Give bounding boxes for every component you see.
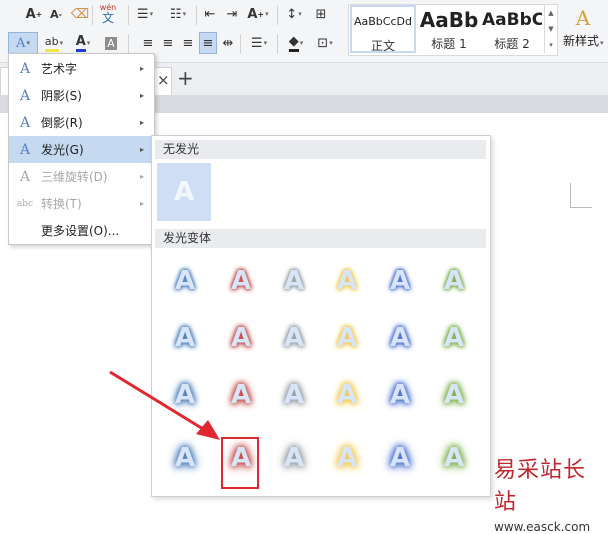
new-style-button[interactable]: A 新样式▾: [563, 4, 604, 54]
glow-variant-r3-c3[interactable]: A: [322, 436, 372, 480]
text-effect-menu: A 艺术字 ▸ A 阴影(S) ▸ A 倒影(R) ▸ A 发光(G) ▸ A 三维旋转(D) ▸ abc 转换…: [8, 53, 155, 245]
change-case-button[interactable]: A + ▾: [245, 3, 271, 25]
menu-item-3[interactable]: A 发光(G) ▸: [9, 136, 154, 163]
text-effect-a-icon: A: [19, 87, 31, 104]
style-normal[interactable]: AaBbCcDd 正文: [350, 5, 416, 53]
menu-item-label: 发光(G): [41, 143, 84, 157]
submenu-arrow-icon: ▸: [140, 91, 145, 100]
align-left-button[interactable]: ≡: [139, 32, 157, 54]
glow-variant-r2-c4[interactable]: A: [375, 373, 425, 417]
highlight-button[interactable]: ab ▾: [40, 32, 68, 54]
menu-item-label: 三维旋转(D): [41, 170, 108, 184]
glow-variant-r0-c2[interactable]: A: [269, 259, 319, 303]
char-shading-button[interactable]: A: [101, 32, 121, 54]
table-border-button[interactable]: ⊞: [310, 3, 332, 25]
glow-variant-r2-c5[interactable]: A: [429, 373, 479, 417]
increase-indent-button[interactable]: ⇥: [222, 3, 242, 25]
style-heading-1[interactable]: AaBb 标题 1: [418, 5, 480, 53]
numbered-list-button[interactable]: ☷ ▾: [166, 3, 190, 25]
menu-item-5: abc 转换(T) ▸: [9, 190, 154, 217]
menu-item-label: 转换(T): [41, 197, 82, 211]
glow-variant-r2-c3[interactable]: A: [322, 373, 372, 417]
no-glow-option[interactable]: A: [157, 163, 211, 221]
distributed-button[interactable]: ⇹: [219, 32, 237, 54]
style-heading-2[interactable]: AaBbC 标题 2: [482, 5, 542, 53]
glow-variant-r1-c3[interactable]: A: [322, 316, 372, 360]
menu-item-label: 更多设置(O)...: [41, 224, 120, 238]
glow-variant-r0-c3[interactable]: A: [322, 259, 372, 303]
glow-variant-r1-c2[interactable]: A: [269, 316, 319, 360]
glow-variant-r0-c1[interactable]: A: [216, 259, 266, 303]
text-effect-button[interactable]: A ▾: [8, 32, 38, 54]
glow-variants-header: 发光变体: [155, 229, 486, 248]
menu-item-1[interactable]: A 阴影(S) ▸: [9, 82, 154, 109]
clear-format-icon[interactable]: ⌫: [70, 3, 90, 25]
ribbon-left-edge: [0, 3, 8, 25]
menu-item-6[interactable]: 更多设置(O)...: [9, 217, 154, 244]
text-effect-a-icon: A: [19, 60, 31, 77]
menu-item-2[interactable]: A 倒影(R) ▸: [9, 109, 154, 136]
bullet-list-button[interactable]: ☰ ▾: [133, 3, 157, 25]
text-effect-a-icon: A: [19, 114, 31, 131]
pinyin-guide-button[interactable]: wén 文: [95, 2, 121, 24]
glow-variant-r1-c0[interactable]: A: [160, 316, 210, 360]
watermark: 易采站长站 www.easck.com: [494, 458, 591, 534]
menu-item-4: A 三维旋转(D) ▸: [9, 163, 154, 190]
new-tab-icon[interactable]: +: [177, 66, 194, 90]
menu-item-label: 阴影(S): [41, 89, 82, 103]
tab-close-icon[interactable]: ×: [157, 71, 170, 89]
sort-button[interactable]: ↕ ▾: [283, 3, 305, 25]
menu-item-0[interactable]: A 艺术字 ▸: [9, 55, 154, 82]
glow-variant-r0-c0[interactable]: A: [160, 259, 210, 303]
glow-variant-r3-c4[interactable]: A: [375, 436, 425, 480]
pointer-arrow: [109, 370, 220, 440]
no-glow-header: 无发光: [155, 140, 486, 159]
submenu-arrow-icon: ▸: [140, 64, 145, 73]
border-button[interactable]: ⊡ ▾: [312, 32, 338, 54]
grow-font-button[interactable]: A +: [24, 3, 44, 25]
line-spacing-button[interactable]: ☰ ▾: [246, 32, 272, 54]
transform-abc-icon: abc: [16, 198, 34, 209]
submenu-arrow-icon: ▸: [140, 118, 145, 127]
glow-variant-r1-c4[interactable]: A: [375, 316, 425, 360]
glow-variant-r2-c2[interactable]: A: [269, 373, 319, 417]
align-center-button[interactable]: ≡: [159, 32, 177, 54]
shading-button[interactable]: ◆ ▾: [283, 32, 309, 54]
shrink-font-button[interactable]: A-: [46, 3, 66, 25]
menu-item-label: 艺术字: [41, 62, 78, 76]
text-effect-a-icon: A: [19, 168, 31, 185]
glow-variant-r1-c1[interactable]: A: [216, 316, 266, 360]
font-color-button[interactable]: A ▾: [70, 32, 96, 54]
glow-variant-r1-c5[interactable]: A: [429, 316, 479, 360]
align-right-button[interactable]: ≡: [179, 32, 197, 54]
glow-variant-r3-c5[interactable]: A: [429, 436, 479, 480]
glow-variant-r3-c2[interactable]: A: [269, 436, 319, 480]
decrease-indent-button[interactable]: ⇤: [200, 3, 220, 25]
menu-item-label: 倒影(R): [41, 116, 83, 130]
text-effect-a-icon: A: [19, 141, 31, 158]
justify-button[interactable]: ≡: [199, 32, 217, 54]
style-gallery-scroll[interactable]: ▲ ▼ ▾: [544, 5, 557, 53]
glow-variant-r0-c4[interactable]: A: [375, 259, 425, 303]
glow-variant-r0-c5[interactable]: A: [429, 259, 479, 303]
